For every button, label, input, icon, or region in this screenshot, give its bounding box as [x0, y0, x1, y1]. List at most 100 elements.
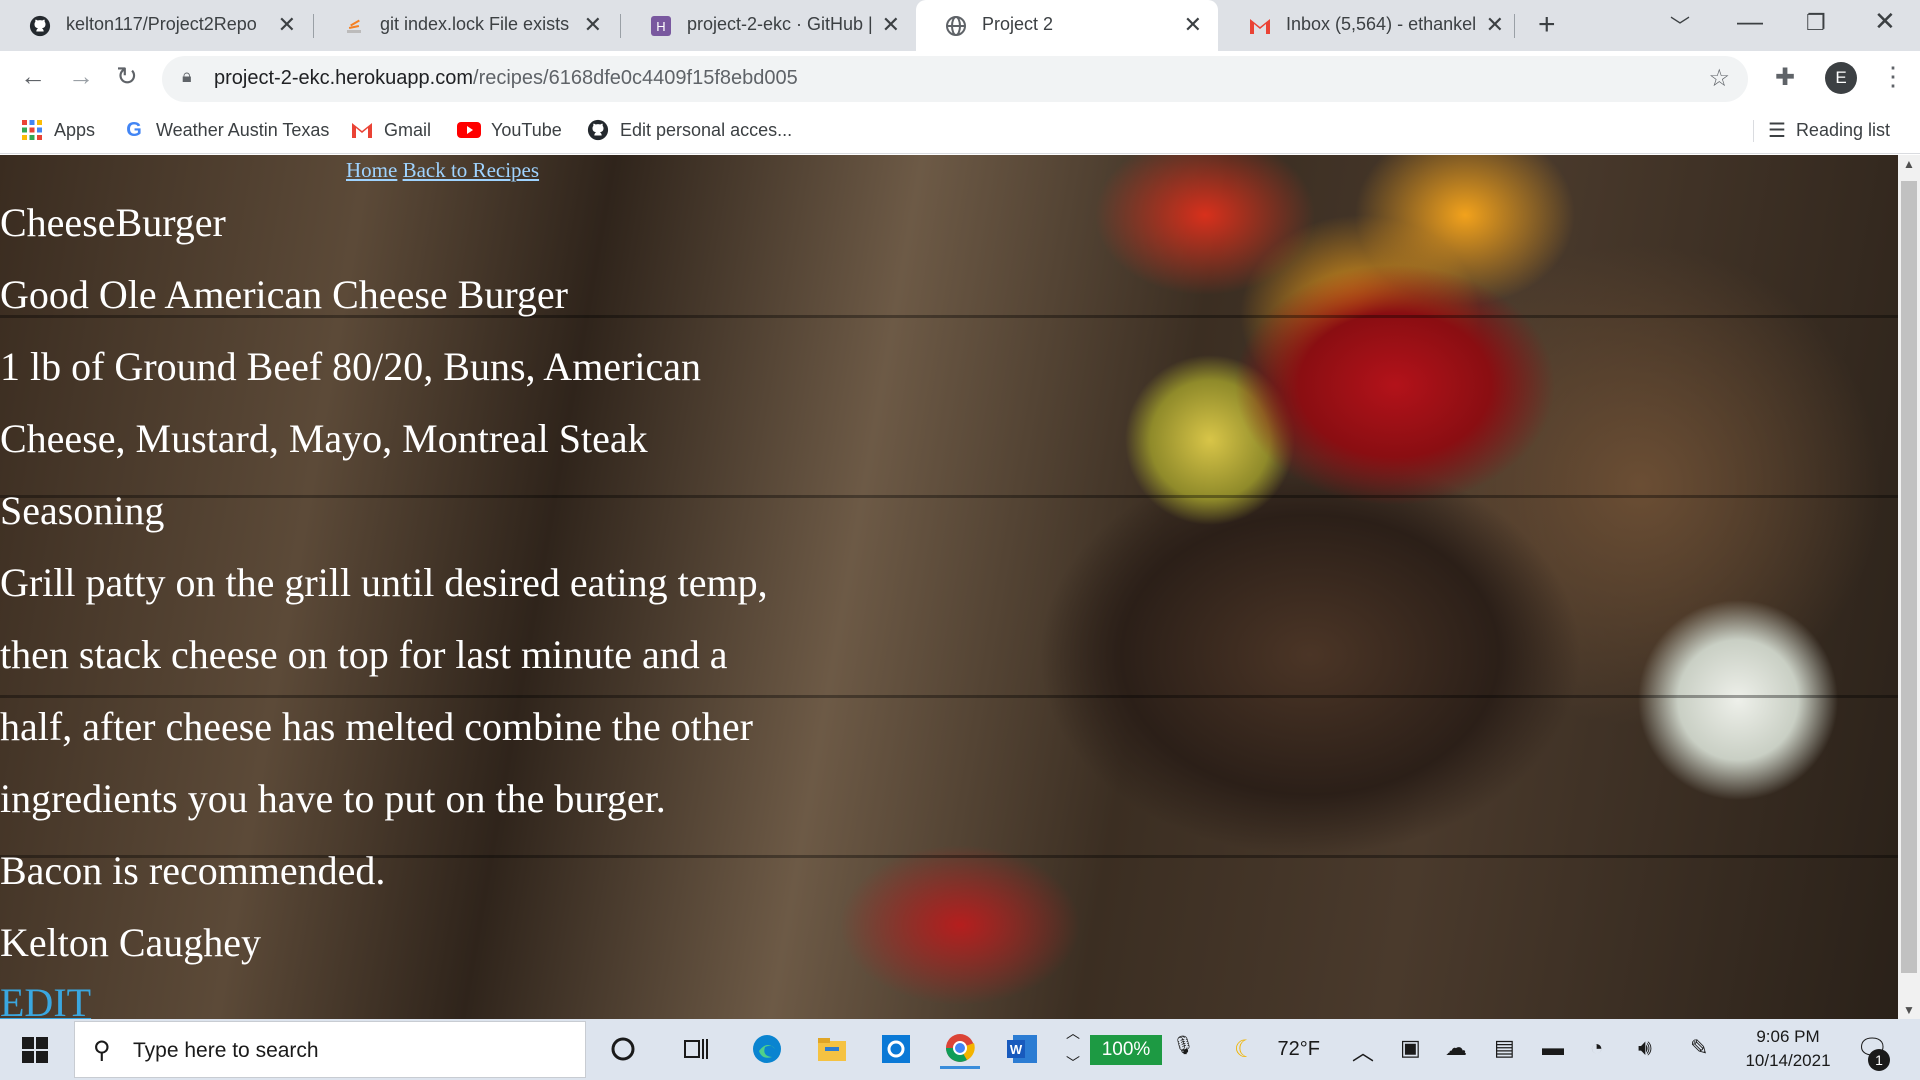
- taskbar-search-box[interactable]: ⚲ Type here to search: [74, 1021, 586, 1078]
- edit-recipe-link[interactable]: EDIT: [0, 979, 91, 1019]
- recipe-instructions-line: ingredients you have to put on the burge…: [0, 776, 666, 821]
- bookmark-label: Edit personal acces...: [620, 119, 793, 140]
- chrome-icon[interactable]: [940, 1029, 980, 1069]
- weather-widget[interactable]: ☾ 72°F: [1234, 1035, 1320, 1064]
- tab-kelton-repo[interactable]: kelton117/Project2Repo ✕: [0, 0, 312, 51]
- bookmark-star-icon[interactable]: ☆: [1708, 64, 1730, 93]
- close-tab-icon[interactable]: ✕: [584, 12, 602, 38]
- lock-icon[interactable]: 🔒︎: [182, 66, 192, 87]
- show-hidden-icons-chevron-icon[interactable]: ︿: [1352, 1035, 1374, 1067]
- edge-icon[interactable]: [747, 1029, 787, 1069]
- wifi-icon[interactable]: ◔: [1590, 1035, 1603, 1061]
- temperature: 72°F: [1277, 1038, 1320, 1060]
- file-explorer-icon[interactable]: [812, 1029, 852, 1069]
- restore-icon[interactable]: ❐: [1806, 10, 1826, 36]
- recipe-name: CheeseBurger: [0, 200, 226, 245]
- close-tab-icon[interactable]: ✕: [1184, 12, 1202, 38]
- windows-start-icon[interactable]: [22, 1037, 48, 1063]
- scroll-up-arrow-icon[interactable]: ▲: [1903, 157, 1915, 171]
- zoom-level-badge[interactable]: 100%: [1090, 1035, 1162, 1065]
- moon-icon: ☾: [1234, 1036, 1256, 1063]
- close-tab-icon[interactable]: ✕: [882, 12, 900, 38]
- scrollbar-thumb[interactable]: [1901, 181, 1917, 973]
- svg-text:H: H: [656, 19, 665, 34]
- forward-arrow-icon[interactable]: →: [68, 61, 94, 92]
- apps-grid-icon: [20, 118, 44, 142]
- display-icon[interactable]: ▤: [1494, 1035, 1515, 1061]
- bookmarks-bar: Apps G Weather Austin Texas Gmail YouTub…: [0, 107, 1920, 154]
- bookmark-label: Gmail: [384, 119, 432, 140]
- page-nav: Home Back to Recipes: [346, 158, 539, 183]
- tab-title: git index.lock File exists w: [380, 14, 570, 34]
- bookmark-gmail[interactable]: Gmail: [350, 115, 431, 145]
- home-link[interactable]: Home: [346, 158, 397, 182]
- task-view-icon[interactable]: [676, 1029, 716, 1069]
- reload-icon[interactable]: ↻: [116, 61, 138, 92]
- stack-icon: [342, 14, 366, 38]
- recipe-instructions-line: Grill patty on the grill until desired e…: [0, 560, 768, 605]
- reading-list-label: Reading list: [1795, 119, 1890, 140]
- recipe-instructions-line: Bacon is recommended.: [0, 848, 386, 893]
- tab-title: Inbox (5,564) - ethankelto: [1286, 14, 1476, 34]
- windows-taskbar: ⚲ Type here to search W ︿ ﹀ 100% 🎙︎ ☾ 72…: [0, 1019, 1920, 1080]
- youtube-icon: [457, 118, 481, 142]
- gmail-icon: [1248, 14, 1272, 38]
- outlook-icon[interactable]: [876, 1029, 916, 1069]
- profile-avatar[interactable]: E: [1825, 62, 1857, 94]
- recipe-instructions-line: then stack cheese on top for last minute…: [0, 632, 728, 677]
- url-host: project-2-ekc.herokuapp.com: [214, 67, 474, 89]
- pen-icon[interactable]: ✎: [1690, 1035, 1708, 1061]
- search-placeholder: Type here to search: [133, 1039, 319, 1062]
- tab-title: kelton117/Project2Repo: [66, 14, 256, 34]
- tab-gmail-inbox[interactable]: Inbox (5,564) - ethankelto ✕: [1220, 0, 1520, 51]
- back-arrow-icon[interactable]: ←: [20, 61, 46, 92]
- reading-list-button[interactable]: ☰ Reading list: [1768, 115, 1890, 145]
- kebab-menu-icon[interactable]: ⋮: [1880, 61, 1906, 92]
- new-tab-button[interactable]: +: [1538, 8, 1556, 42]
- system-clock[interactable]: 9:06 PM 10/14/2021: [1738, 1025, 1838, 1073]
- github-icon: [28, 14, 52, 38]
- reading-list-icon: ☰: [1768, 119, 1786, 142]
- close-window-icon[interactable]: ✕: [1874, 6, 1896, 37]
- scroll-down-arrow-icon[interactable]: ▼: [1903, 1003, 1915, 1017]
- heroku-icon: H: [649, 14, 673, 38]
- recipe-page: Home Back to Recipes CheeseBurger Good O…: [0, 155, 1898, 1019]
- tab-project-2[interactable]: Project 2 ✕: [916, 0, 1218, 51]
- tab-git-index-lock[interactable]: git index.lock File exists w ✕: [314, 0, 618, 51]
- github-icon: [586, 118, 610, 142]
- address-bar[interactable]: 🔒︎ project-2-ekc.herokuapp.com/recipes/6…: [162, 56, 1748, 102]
- page-scrollbar[interactable]: ▲ ▼: [1898, 155, 1920, 1019]
- tab-title: project-2-ekc · GitHub | H: [687, 14, 877, 34]
- search-icon: ⚲: [93, 1037, 111, 1064]
- svg-text:W: W: [1010, 1042, 1023, 1057]
- onedrive-cloud-icon[interactable]: ☁: [1445, 1035, 1467, 1061]
- url-path: /recipes/6168dfe0c4409f15f8ebd005: [473, 67, 798, 89]
- page-viewport: Home Back to Recipes CheeseBurger Good O…: [0, 155, 1898, 1019]
- bookmark-github-token[interactable]: Edit personal acces...: [586, 115, 792, 145]
- microphone-icon[interactable]: 🎙︎: [1172, 1035, 1195, 1056]
- volume-icon[interactable]: 🔊︎: [1638, 1035, 1652, 1061]
- chevron-up-icon[interactable]: ︿: [1066, 1023, 1080, 1043]
- back-to-recipes-link[interactable]: Back to Recipes: [403, 158, 539, 182]
- recipe-ingredients-line: 1 lb of Ground Beef 80/20, Buns, America…: [0, 344, 701, 389]
- close-tab-icon[interactable]: ✕: [278, 12, 296, 38]
- url-text[interactable]: project-2-ekc.herokuapp.com/recipes/6168…: [214, 67, 798, 90]
- extensions-puzzle-icon[interactable]: ✚: [1775, 63, 1795, 92]
- tab-search-icon[interactable]: ﹀: [1670, 10, 1690, 39]
- clock-date: 10/14/2021: [1745, 1051, 1831, 1070]
- bookmark-youtube[interactable]: YouTube: [457, 115, 562, 145]
- recipe-description: Good Ole American Cheese Burger: [0, 272, 568, 317]
- word-icon[interactable]: W: [1002, 1029, 1042, 1069]
- minimize-icon[interactable]: —: [1737, 6, 1763, 37]
- tab-heroku[interactable]: H project-2-ekc · GitHub | H ✕: [621, 0, 916, 51]
- close-tab-icon[interactable]: ✕: [1486, 12, 1504, 38]
- chevron-down-icon[interactable]: ﹀: [1066, 1053, 1080, 1073]
- bookmark-apps[interactable]: Apps: [20, 115, 95, 145]
- bookmark-weather[interactable]: G Weather Austin Texas: [122, 115, 329, 145]
- tab-strip: kelton117/Project2Repo ✕ git index.lock …: [0, 0, 1920, 51]
- notification-count-badge: 1: [1868, 1049, 1890, 1071]
- meet-now-icon[interactable]: ▣: [1400, 1035, 1421, 1061]
- cortana-icon[interactable]: [603, 1029, 643, 1069]
- recipe-instructions-line: half, after cheese has melted combine th…: [0, 704, 753, 749]
- battery-icon[interactable]: ▬: [1542, 1035, 1564, 1061]
